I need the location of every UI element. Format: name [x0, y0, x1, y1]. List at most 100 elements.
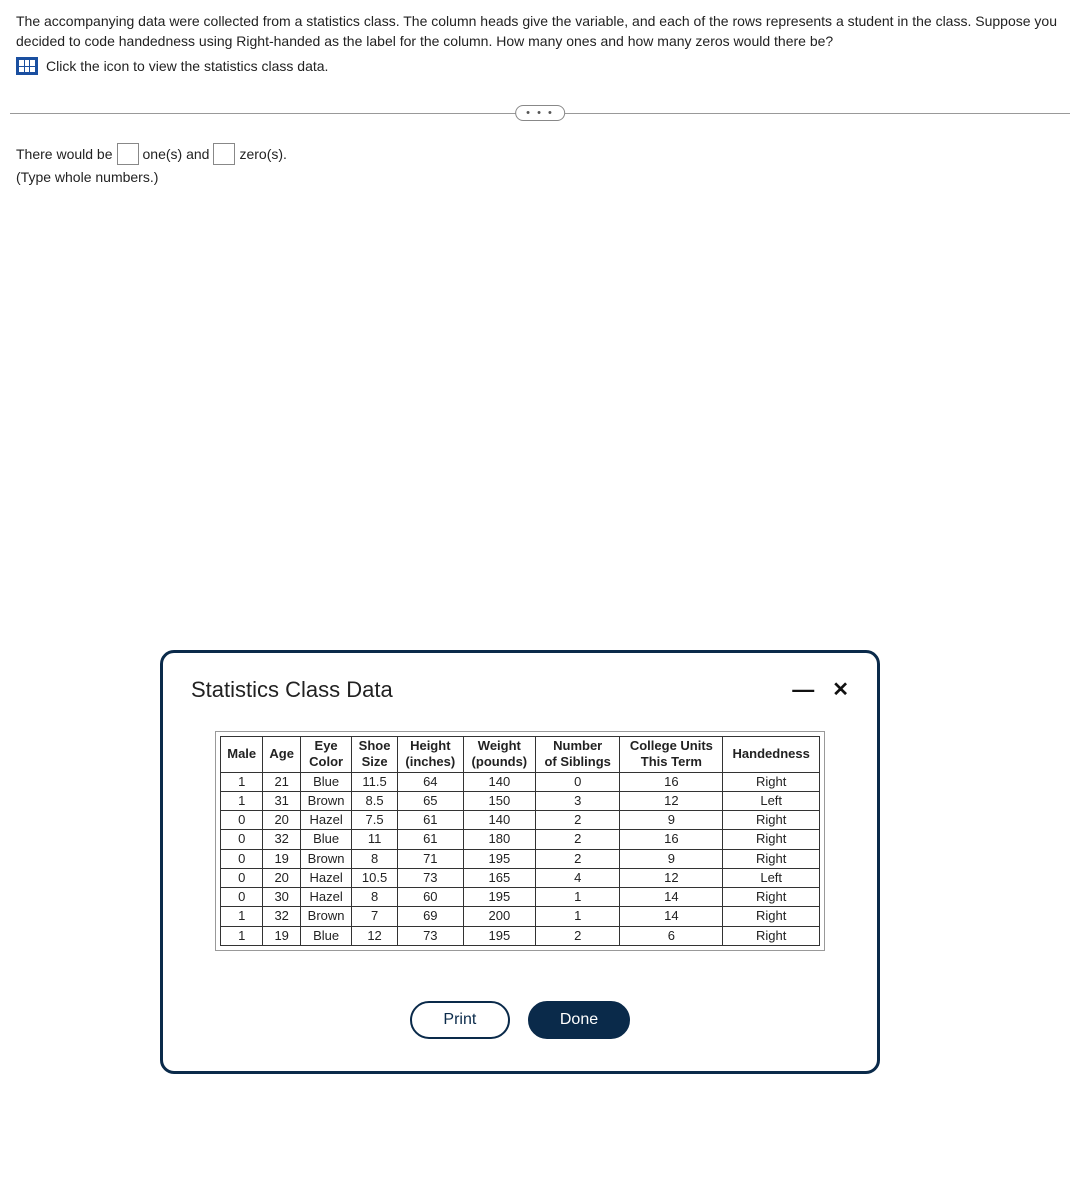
- table-body: 121Blue11.564140016Right131Brown8.565150…: [221, 772, 820, 945]
- cell-units: 14: [620, 888, 723, 907]
- cell-hand: Left: [723, 868, 820, 887]
- modal-buttons: Print Done: [191, 1001, 849, 1039]
- cell-siblings: 2: [535, 849, 619, 868]
- cell-eye: Blue: [300, 772, 351, 791]
- cell-hand: Left: [723, 791, 820, 810]
- cell-siblings: 1: [535, 888, 619, 907]
- cell-height: 69: [397, 907, 463, 926]
- answer-area: There would be one(s) and zero(s). (Type…: [0, 123, 1080, 185]
- cell-siblings: 4: [535, 868, 619, 887]
- cell-eye: Brown: [300, 791, 351, 810]
- cell-eye: Brown: [300, 907, 351, 926]
- cell-hand: Right: [723, 926, 820, 945]
- data-modal: Statistics Class Data — ✕ Male Age EyeCo…: [160, 650, 880, 1074]
- table-icon[interactable]: [16, 57, 38, 75]
- table-row: 030Hazel860195114Right: [221, 888, 820, 907]
- modal-header: Statistics Class Data — ✕: [191, 677, 849, 703]
- answer-line: There would be one(s) and zero(s).: [16, 143, 1064, 165]
- cell-weight: 180: [463, 830, 535, 849]
- modal-controls: — ✕: [792, 679, 849, 701]
- table-header-row: Male Age EyeColor ShoeSize Height(inches…: [221, 737, 820, 773]
- answer-suffix: zero(s).: [239, 146, 286, 162]
- cell-height: 71: [397, 849, 463, 868]
- cell-hand: Right: [723, 888, 820, 907]
- col-weight: Weight(pounds): [463, 737, 535, 773]
- cell-age: 19: [263, 926, 301, 945]
- cell-weight: 195: [463, 888, 535, 907]
- cell-age: 20: [263, 811, 301, 830]
- cell-male: 1: [221, 791, 263, 810]
- cell-height: 73: [397, 926, 463, 945]
- cell-eye: Hazel: [300, 868, 351, 887]
- cell-eye: Hazel: [300, 888, 351, 907]
- cell-units: 9: [620, 849, 723, 868]
- cell-eye: Brown: [300, 849, 351, 868]
- ellipsis-icon[interactable]: • • •: [515, 105, 565, 121]
- cell-shoe: 7: [352, 907, 398, 926]
- cell-shoe: 8: [352, 888, 398, 907]
- cell-eye: Blue: [300, 830, 351, 849]
- table-row: 019Brown87119529Right: [221, 849, 820, 868]
- cell-age: 30: [263, 888, 301, 907]
- answer-hint: (Type whole numbers.): [16, 169, 1064, 185]
- cell-age: 20: [263, 868, 301, 887]
- cell-male: 0: [221, 811, 263, 830]
- cell-male: 1: [221, 926, 263, 945]
- answer-prefix: There would be: [16, 146, 113, 162]
- cell-male: 1: [221, 772, 263, 791]
- cell-shoe: 12: [352, 926, 398, 945]
- cell-male: 0: [221, 888, 263, 907]
- table-row: 119Blue127319526Right: [221, 926, 820, 945]
- cell-units: 9: [620, 811, 723, 830]
- print-button[interactable]: Print: [410, 1001, 510, 1039]
- ones-input[interactable]: [117, 143, 139, 165]
- cell-eye: Blue: [300, 926, 351, 945]
- answer-mid: one(s) and: [143, 146, 210, 162]
- zeros-input[interactable]: [213, 143, 235, 165]
- question-area: The accompanying data were collected fro…: [0, 0, 1080, 87]
- cell-male: 1: [221, 907, 263, 926]
- icon-hint-row: Click the icon to view the statistics cl…: [16, 57, 1064, 75]
- cell-weight: 200: [463, 907, 535, 926]
- cell-age: 32: [263, 830, 301, 849]
- close-icon[interactable]: ✕: [832, 680, 849, 700]
- col-shoe: ShoeSize: [352, 737, 398, 773]
- cell-siblings: 0: [535, 772, 619, 791]
- cell-age: 21: [263, 772, 301, 791]
- cell-weight: 195: [463, 849, 535, 868]
- cell-height: 61: [397, 830, 463, 849]
- cell-units: 12: [620, 868, 723, 887]
- modal-title: Statistics Class Data: [191, 677, 393, 703]
- table-row: 131Brown8.565150312Left: [221, 791, 820, 810]
- col-height: Height(inches): [397, 737, 463, 773]
- cell-height: 64: [397, 772, 463, 791]
- cell-hand: Right: [723, 830, 820, 849]
- cell-male: 0: [221, 849, 263, 868]
- cell-male: 0: [221, 830, 263, 849]
- cell-age: 19: [263, 849, 301, 868]
- question-prompt: The accompanying data were collected fro…: [16, 12, 1064, 51]
- data-table: Male Age EyeColor ShoeSize Height(inches…: [220, 736, 820, 946]
- cell-height: 60: [397, 888, 463, 907]
- cell-shoe: 11: [352, 830, 398, 849]
- cell-weight: 165: [463, 868, 535, 887]
- cell-age: 32: [263, 907, 301, 926]
- icon-hint-text: Click the icon to view the statistics cl…: [46, 58, 328, 74]
- cell-units: 12: [620, 791, 723, 810]
- cell-shoe: 11.5: [352, 772, 398, 791]
- col-siblings: Numberof Siblings: [535, 737, 619, 773]
- done-button[interactable]: Done: [528, 1001, 630, 1039]
- cell-weight: 150: [463, 791, 535, 810]
- cell-units: 16: [620, 772, 723, 791]
- cell-units: 14: [620, 907, 723, 926]
- cell-shoe: 7.5: [352, 811, 398, 830]
- table-row: 020Hazel10.573165412Left: [221, 868, 820, 887]
- table-row: 121Blue11.564140016Right: [221, 772, 820, 791]
- col-male: Male: [221, 737, 263, 773]
- col-hand: Handedness: [723, 737, 820, 773]
- cell-hand: Right: [723, 907, 820, 926]
- minimize-icon[interactable]: —: [792, 679, 814, 701]
- table-row: 020Hazel7.56114029Right: [221, 811, 820, 830]
- cell-siblings: 2: [535, 830, 619, 849]
- cell-weight: 140: [463, 772, 535, 791]
